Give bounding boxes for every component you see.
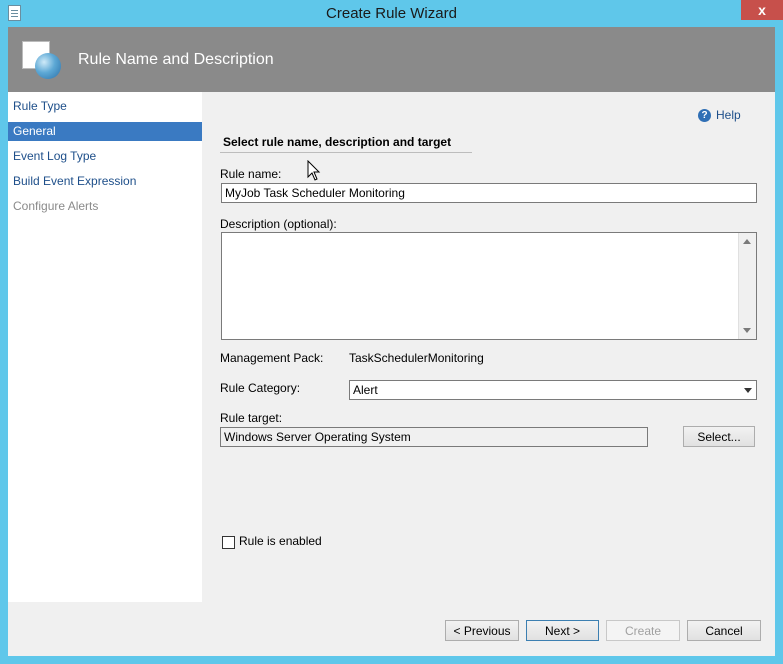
management-pack-value: TaskSchedulerMonitoring bbox=[349, 351, 484, 365]
next-button[interactable]: Next > bbox=[526, 620, 599, 641]
title-bar[interactable]: Create Rule Wizard x bbox=[0, 0, 783, 27]
rule-target-label: Rule target: bbox=[220, 411, 283, 425]
rule-name-label: Rule name: bbox=[220, 167, 282, 181]
rule-enabled-label[interactable]: Rule is enabled bbox=[239, 534, 322, 548]
rule-category-select[interactable]: Alert bbox=[349, 380, 757, 400]
rule-category-label: Rule Category: bbox=[220, 381, 301, 395]
select-target-button[interactable]: Select... bbox=[683, 426, 755, 447]
description-scrollbar[interactable] bbox=[738, 233, 756, 339]
help-link[interactable]: ? Help bbox=[698, 108, 741, 122]
chevron-down-icon bbox=[744, 388, 752, 393]
main-panel: ? Help Select rule name, description and… bbox=[202, 92, 775, 602]
description-label: Description (optional): bbox=[220, 217, 337, 231]
wizard-window: Create Rule Wizard x Rule Name and Descr… bbox=[0, 0, 783, 664]
create-button: Create bbox=[606, 620, 680, 641]
nav-item-configure-alerts: Configure Alerts bbox=[13, 199, 99, 213]
section-title: Select rule name, description and target bbox=[223, 135, 452, 149]
scroll-up-icon[interactable] bbox=[743, 239, 751, 244]
rule-category-value: Alert bbox=[353, 383, 378, 397]
nav-item-general[interactable]: General bbox=[8, 122, 202, 141]
nav-item-event-log-type[interactable]: Event Log Type bbox=[8, 147, 202, 166]
help-label: Help bbox=[716, 108, 741, 122]
previous-button[interactable]: < Previous bbox=[445, 620, 519, 641]
section-divider bbox=[220, 152, 472, 153]
scroll-down-icon[interactable] bbox=[743, 328, 751, 333]
wizard-steps-nav: Rule Type General Event Log Type Build E… bbox=[8, 92, 202, 602]
wizard-client: Rule Name and Description Rule Type Gene… bbox=[8, 27, 775, 656]
globe-icon bbox=[35, 53, 61, 79]
description-textarea[interactable] bbox=[221, 232, 757, 340]
cancel-button[interactable]: Cancel bbox=[687, 620, 761, 641]
rule-enabled-checkbox[interactable] bbox=[222, 536, 235, 549]
rule-name-input[interactable]: MyJob Task Scheduler Monitoring bbox=[221, 183, 757, 203]
wizard-header: Rule Name and Description bbox=[8, 27, 775, 92]
rule-target-field: Windows Server Operating System bbox=[220, 427, 648, 447]
mouse-cursor-icon bbox=[307, 160, 321, 181]
close-button[interactable]: x bbox=[741, 0, 783, 20]
wizard-page-icon bbox=[22, 41, 61, 79]
nav-item-rule-type[interactable]: Rule Type bbox=[8, 97, 202, 116]
page-title: Rule Name and Description bbox=[78, 51, 274, 68]
help-icon: ? bbox=[698, 109, 711, 122]
window-title: Create Rule Wizard bbox=[326, 5, 457, 22]
management-pack-label: Management Pack: bbox=[220, 351, 324, 365]
nav-item-build-event-expression[interactable]: Build Event Expression bbox=[8, 172, 202, 191]
